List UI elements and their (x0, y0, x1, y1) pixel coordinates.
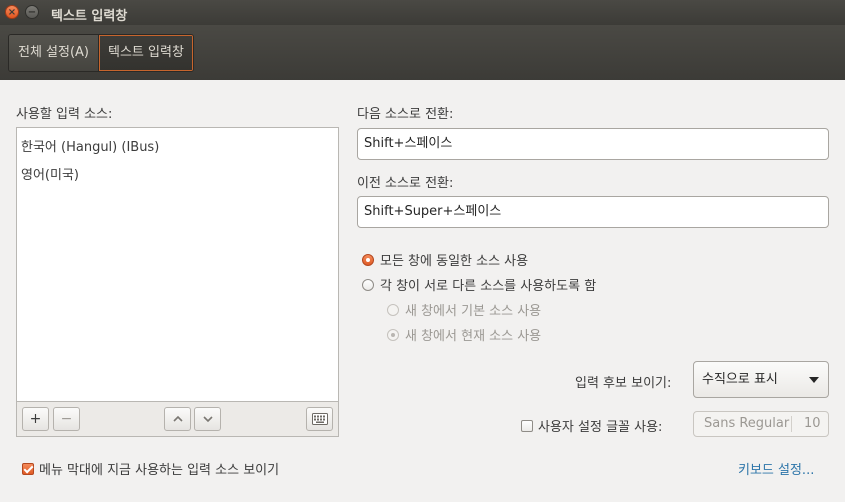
previous-source-label: 이전 소스로 전환: (357, 176, 454, 191)
next-source-label: 다음 소스로 전환: (357, 107, 454, 122)
tab-general-settings[interactable]: 전체 설정(A) (9, 35, 99, 71)
checkbox-icon[interactable] (521, 419, 533, 432)
candidates-label: 입력 후보 보이기: (575, 376, 672, 391)
titlebar: × − 텍스트 입력창 (0, 0, 845, 25)
radio-checked-icon[interactable] (362, 253, 374, 266)
font-size: 10 (804, 416, 821, 431)
dropdown-arrow-icon (809, 377, 819, 383)
move-up-button[interactable] (164, 407, 191, 431)
close-icon[interactable]: × (5, 5, 19, 19)
font-chooser-button[interactable]: Sans Regular 10 (693, 411, 829, 437)
per-window-option[interactable]: 각 창이 서로 다른 소스를 사용하도록 함 (362, 275, 596, 294)
remove-source-button[interactable]: − (53, 407, 80, 431)
tab-group: 전체 설정(A) 텍스트 입력창 (8, 34, 194, 72)
chevron-down-icon (202, 416, 213, 423)
chevron-up-icon (172, 415, 183, 422)
keyboard-icon (311, 413, 328, 425)
radio-unchecked-icon[interactable] (362, 278, 374, 291)
same-source-option[interactable]: 모든 창에 동일한 소스 사용 (362, 250, 528, 269)
radio-unchecked-icon[interactable] (387, 303, 399, 316)
list-item[interactable]: 영어(미국) (21, 164, 79, 183)
checkbox-checked-icon[interactable] (22, 462, 34, 475)
list-item[interactable]: 한국어 (Hangul) (IBus) (21, 136, 159, 155)
current-source-option[interactable]: 새 창에서 현재 소스 사용 (387, 325, 541, 344)
custom-font-label: 사용자 설정 글꼴 사용: (538, 420, 663, 435)
per-window-label: 각 창이 서로 다른 소스를 사용하도록 함 (380, 279, 597, 294)
radio-checked-icon[interactable] (387, 328, 399, 341)
current-source-label: 새 창에서 현재 소스 사용 (405, 329, 542, 344)
candidates-orientation-select[interactable]: 수직으로 표시 (693, 361, 829, 398)
same-source-label: 모든 창에 동일한 소스 사용 (380, 254, 529, 269)
move-down-button[interactable] (194, 407, 221, 431)
input-source-list[interactable]: 한국어 (Hangul) (IBus) 영어(미국) (16, 127, 339, 402)
source-list-toolbar: + − (16, 401, 339, 437)
previous-source-shortcut-field[interactable]: Shift+Super+스페이스 (357, 196, 829, 228)
tab-text-entry[interactable]: 텍스트 입력창 (98, 35, 193, 71)
next-source-shortcut-field[interactable]: Shift+스페이스 (357, 128, 829, 160)
font-name: Sans Regular (704, 416, 790, 431)
custom-font-option[interactable]: 사용자 설정 글꼴 사용: (521, 416, 662, 435)
show-menubar-source-option[interactable]: 메뉴 막대에 지금 사용하는 입력 소스 보이기 (22, 459, 279, 478)
default-source-option[interactable]: 새 창에서 기본 소스 사용 (387, 300, 541, 319)
add-source-button[interactable]: + (22, 407, 49, 431)
show-menubar-source-label: 메뉴 막대에 지금 사용하는 입력 소스 보이기 (39, 463, 280, 478)
window-title: 텍스트 입력창 (51, 9, 128, 24)
font-separator (791, 416, 792, 432)
keyboard-settings-link[interactable]: 키보드 설정... (738, 459, 814, 478)
input-sources-label: 사용할 입력 소스: (16, 107, 113, 122)
toolbar: 전체 설정(A) 텍스트 입력창 (0, 25, 845, 80)
keyboard-layout-button[interactable] (306, 407, 333, 431)
candidates-value: 수직으로 표시 (702, 372, 778, 387)
default-source-label: 새 창에서 기본 소스 사용 (405, 304, 542, 319)
minimize-icon[interactable]: − (25, 5, 39, 19)
